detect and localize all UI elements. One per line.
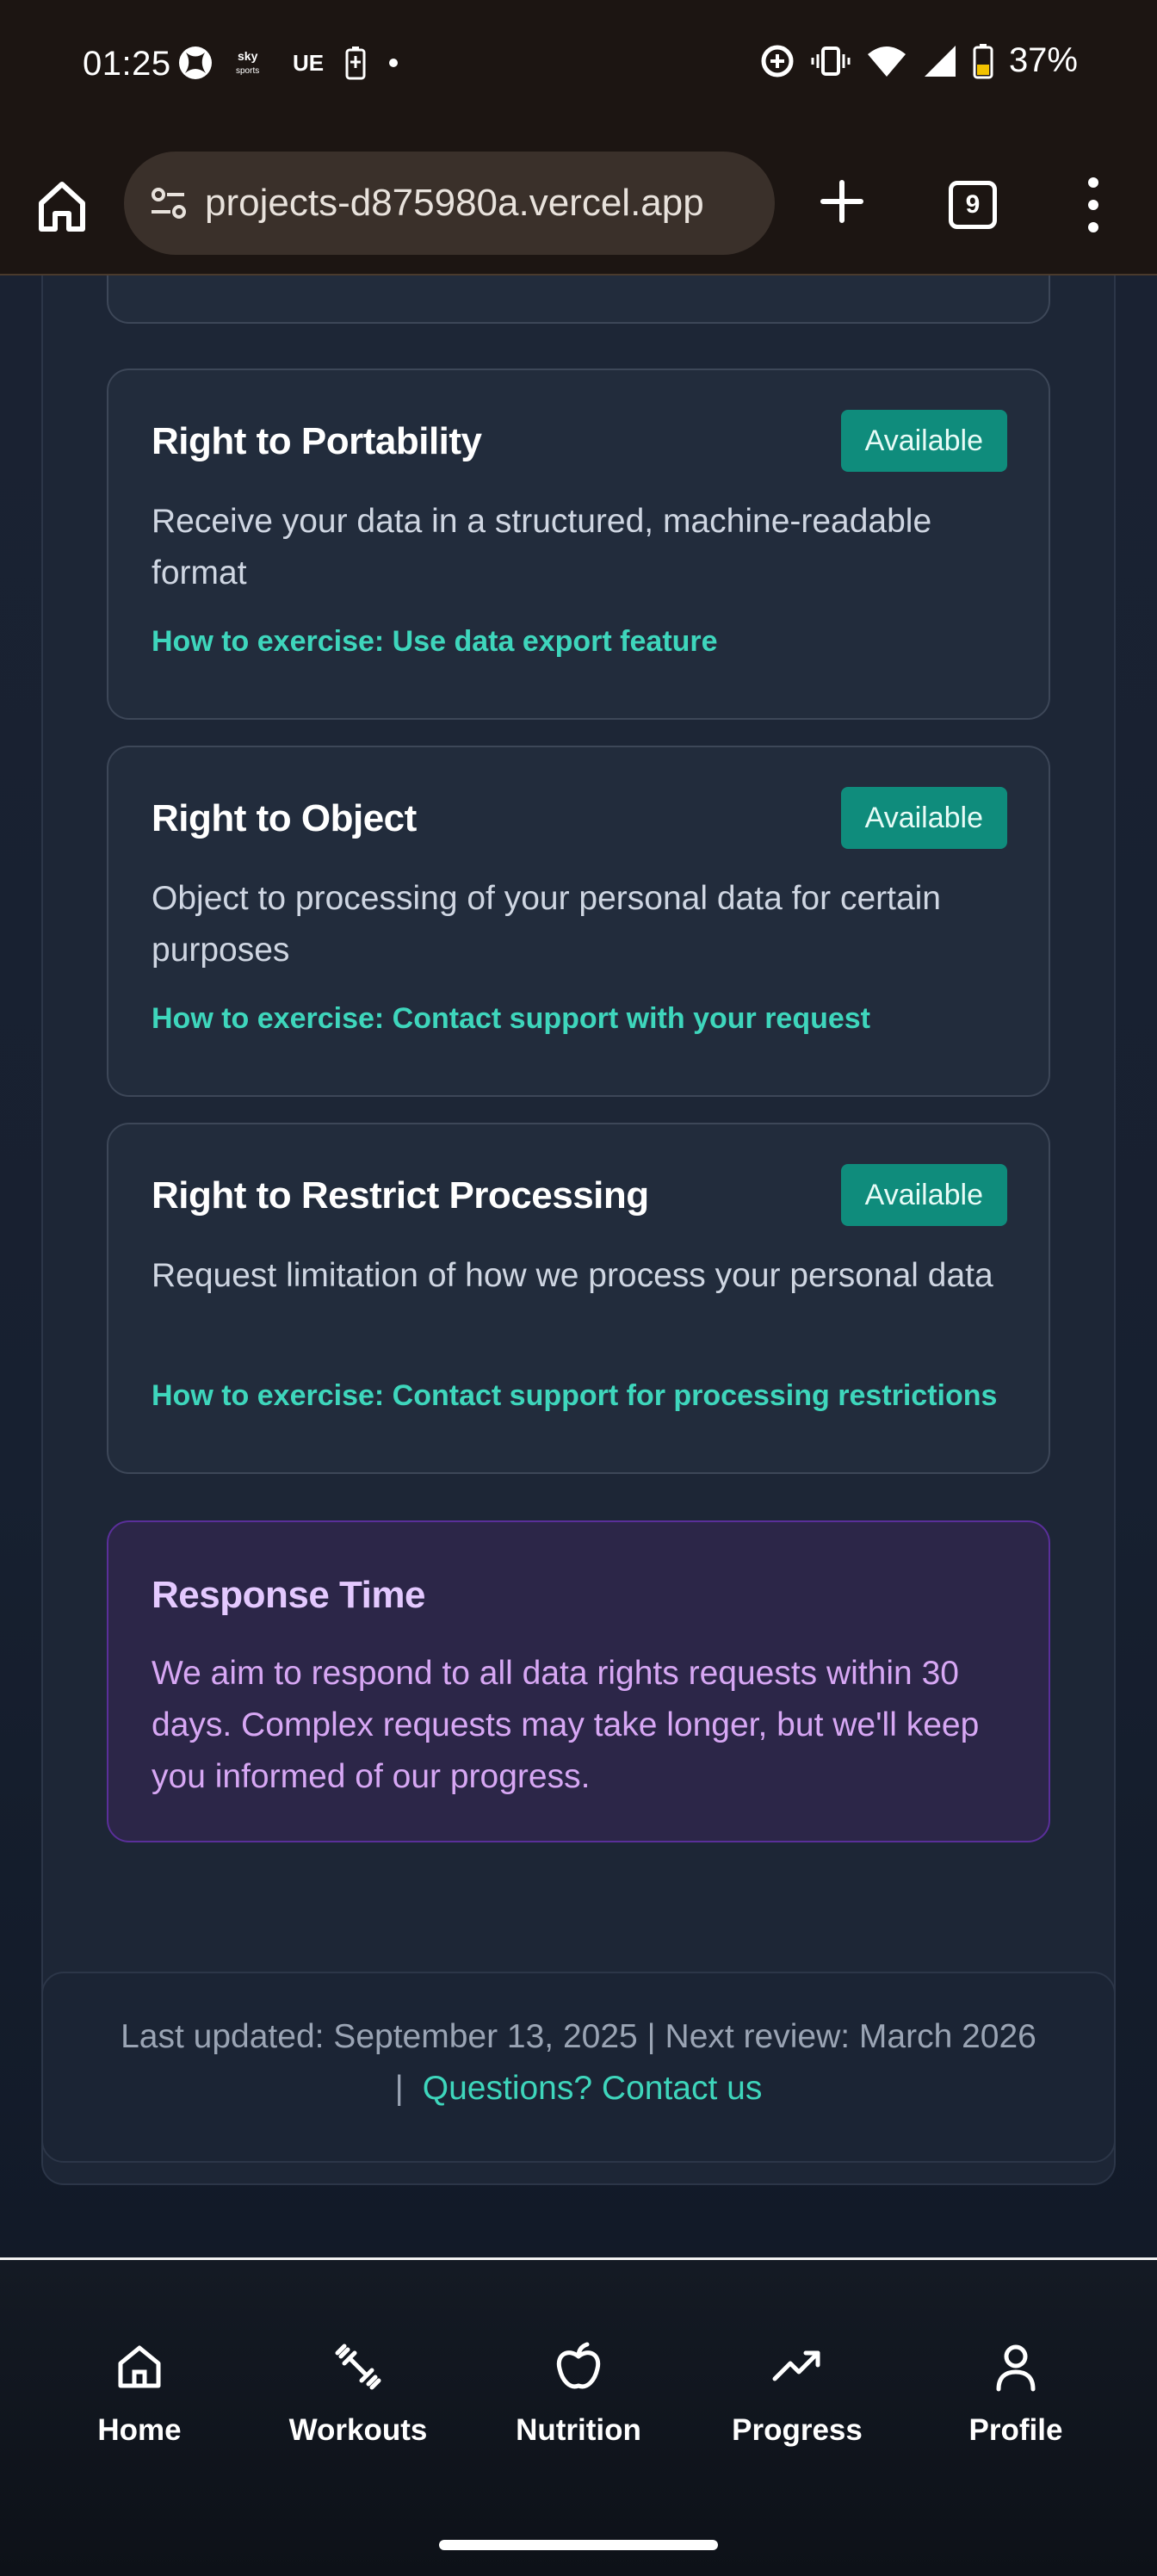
wifi-icon xyxy=(866,44,907,78)
status-badge: Available xyxy=(840,787,1007,849)
nav-label: Profile xyxy=(968,2413,1063,2447)
contact-us-link[interactable]: Questions? Contact us xyxy=(423,2070,763,2107)
signal-icon xyxy=(923,44,957,78)
response-time-text: We aim to respond to all data rights req… xyxy=(152,1655,980,1795)
right-card-restrict-processing: Right to Restrict Processing Available R… xyxy=(107,1123,1050,1474)
more-vert-icon xyxy=(1088,177,1098,188)
right-how-to-exercise: How to exercise: Contact support with yo… xyxy=(152,1002,871,1035)
ue-icon: UE xyxy=(293,49,325,76)
svg-text:sky: sky xyxy=(238,49,258,63)
right-title: Right to Object xyxy=(152,797,417,839)
right-description: Request limitation of how we process you… xyxy=(152,1257,993,1294)
footer-contact-line: | Questions? Contact us xyxy=(43,2070,1114,2108)
status-bar: 01:25 sky sports UE 37% xyxy=(0,0,1157,136)
right-description: Object to processing of your personal da… xyxy=(152,880,941,969)
nav-item-nutrition[interactable]: Nutrition xyxy=(484,2339,673,2448)
trending-up-icon xyxy=(772,2350,820,2381)
apple-icon xyxy=(556,2342,601,2389)
right-card-object: Right to Object Available Object to proc… xyxy=(107,746,1050,1097)
bottom-navigation: Home Workouts Nutrition Progress Profile xyxy=(0,2257,1157,2576)
nav-label: Home xyxy=(97,2413,182,2447)
address-bar[interactable]: projects-d875980a.vercel.app xyxy=(124,152,775,255)
tab-switcher-button[interactable]: 9 xyxy=(949,181,997,229)
xbox-icon xyxy=(177,45,213,81)
browser-home-button[interactable] xyxy=(31,176,93,238)
vibrate-icon xyxy=(811,44,851,78)
nav-item-profile[interactable]: Profile xyxy=(921,2339,1111,2448)
svg-text:sports: sports xyxy=(236,66,259,76)
dumbbell-icon xyxy=(335,2344,381,2390)
sky-sports-icon: sky sports xyxy=(234,47,272,78)
status-badge: Available xyxy=(840,410,1007,472)
plus-icon xyxy=(820,180,863,223)
nav-label: Nutrition xyxy=(516,2413,641,2447)
nav-label: Workouts xyxy=(288,2413,428,2447)
user-icon xyxy=(996,2344,1036,2392)
status-system-icons: 37% xyxy=(759,41,1078,80)
site-settings-icon[interactable] xyxy=(141,176,196,231)
status-notification-icons: sky sports UE xyxy=(177,45,399,81)
browser-toolbar: projects-d875980a.vercel.app 9 xyxy=(0,136,1157,276)
battery-percentage: 37% xyxy=(1008,41,1078,79)
url-text[interactable]: projects-d875980a.vercel.app xyxy=(205,182,704,225)
right-card-portability: Right to Portability Available Receive y… xyxy=(107,368,1050,720)
right-title: Right to Portability xyxy=(152,420,482,462)
right-title: Right to Restrict Processing xyxy=(152,1174,649,1217)
right-card-previous xyxy=(107,276,1050,324)
right-how-to-exercise: How to exercise: Contact support for pro… xyxy=(152,1379,998,1412)
response-time-title: Response Time xyxy=(152,1574,425,1616)
response-time-card: Response Time We aim to respond to all d… xyxy=(107,1520,1050,1842)
policy-footer: Last updated: September 13, 2025 | Next … xyxy=(41,1972,1116,2163)
nav-label: Progress xyxy=(732,2413,863,2447)
battery-saver-icon xyxy=(344,46,367,80)
new-tab-button[interactable] xyxy=(814,174,869,229)
last-updated-text: Last updated: September 13, 2025 | Next … xyxy=(121,2018,1036,2055)
page-content: Right to Portability Available Receive y… xyxy=(0,276,1157,2257)
dot-icon xyxy=(387,57,399,69)
home-icon xyxy=(39,182,85,232)
gesture-handle[interactable] xyxy=(439,2540,718,2550)
footer-separator: | xyxy=(394,2070,404,2107)
right-description: Receive your data in a structured, machi… xyxy=(152,503,932,591)
nav-item-workouts[interactable]: Workouts xyxy=(263,2339,453,2448)
right-how-to-exercise: How to exercise: Use data export feature xyxy=(152,625,718,658)
home-icon xyxy=(118,2345,161,2388)
status-badge: Available xyxy=(840,1164,1007,1226)
data-saver-icon xyxy=(759,43,795,79)
status-time: 01:25 xyxy=(83,45,171,83)
nav-item-progress[interactable]: Progress xyxy=(702,2339,892,2448)
battery-icon xyxy=(973,43,993,79)
browser-menu-button[interactable] xyxy=(1086,177,1100,232)
nav-item-home[interactable]: Home xyxy=(45,2339,234,2448)
